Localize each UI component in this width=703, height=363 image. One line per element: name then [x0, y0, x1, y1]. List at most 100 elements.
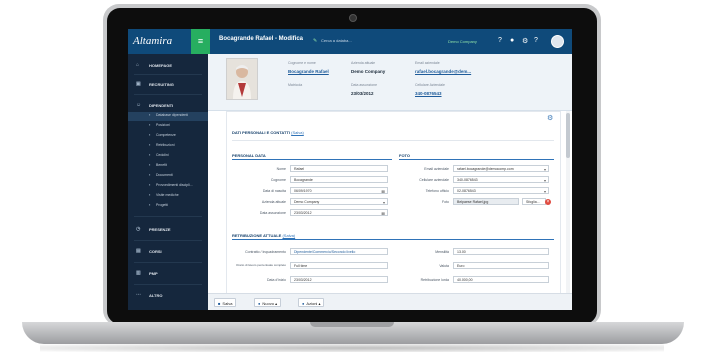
sidebar-subitem-provvedimenti[interactable]: ▪ Provvedimenti discipli... — [128, 182, 208, 191]
sidebar-subitem-documenti[interactable]: ▪ Documenti — [128, 172, 208, 181]
sidebar-item-dipendenti[interactable]: ☺ DIPENDENTI — [128, 102, 208, 112]
mensilita-field[interactable]: 13.00 — [453, 248, 549, 255]
employee-photo — [226, 58, 258, 100]
start-date-field[interactable]: 23/03/2012 — [290, 276, 388, 283]
employee-email[interactable]: rafael.bocagrande@dem... — [415, 69, 471, 74]
sidebar-item-altro[interactable]: ⋯ ALTRO — [128, 292, 208, 302]
users-icon: ☺ — [136, 102, 142, 108]
hire-date-field[interactable]: 23/03/2012 ▦ — [290, 209, 388, 216]
matricola-label: Matricola — [288, 83, 303, 87]
cell-value: 340-0876543 — [457, 178, 478, 182]
book-icon: ▤ — [136, 248, 141, 254]
save-button-label: Salva — [222, 301, 233, 306]
assunzione-label: Data assunzione — [351, 83, 378, 87]
file-icon: ▪ — [149, 152, 151, 157]
cognome-field[interactable]: Bocagrande — [290, 176, 388, 183]
sidebar-subitem-label: Provvedimenti discipli... — [156, 183, 193, 187]
calendar-icon[interactable]: ▦ — [381, 188, 385, 193]
remove-photo-icon[interactable]: × — [545, 199, 551, 205]
divider — [232, 140, 554, 141]
plus-icon: ● — [258, 301, 261, 306]
scrollbar-thumb[interactable] — [566, 113, 570, 158]
browse-button[interactable]: Sfoglia... — [522, 198, 546, 205]
bell-icon[interactable]: ● — [510, 37, 514, 44]
office-phone-field[interactable]: 02-0876543 ▾ — [453, 187, 549, 194]
section-underline — [232, 159, 392, 160]
gross-salary-field[interactable]: 40.000,00 — [453, 276, 549, 283]
chevron-down-icon: ▾ — [382, 200, 385, 205]
email-value: rafael.bocagrande@democomp.com — [457, 167, 514, 171]
field-label: Email aziendale — [424, 167, 449, 171]
sidebar-item-label: RECRUITING — [149, 82, 174, 87]
cell-field[interactable]: 340-0876543 ▾ — [453, 176, 549, 183]
field-label: Azienda attuale — [261, 200, 286, 204]
sidebar-subitem-benefit[interactable]: ▪ Benefit — [128, 162, 208, 171]
email-field[interactable]: rafael.bocagrande@democomp.com ▾ — [453, 165, 549, 172]
sidebar-subitem-competenze[interactable]: ▪ Competenze — [128, 132, 208, 141]
app-logo[interactable]: Altamira — [133, 35, 172, 47]
sidebar-subitem-label: Database dipendenti — [156, 113, 189, 117]
field-label: Cognome — [270, 178, 286, 182]
calendar-icon[interactable]: ▦ — [381, 210, 385, 215]
company-select-value: Demo Company — [294, 200, 320, 204]
email-label: Email aziendale — [415, 61, 440, 65]
sidebar-subitem-database[interactable]: ▪ Database dipendenti — [128, 112, 208, 121]
sidebar-item-recruiting[interactable]: ▣ RECRUITING — [128, 81, 208, 91]
work-time-field[interactable]: Full time — [290, 262, 388, 269]
help-icon[interactable]: ? — [534, 37, 538, 44]
save-icon: ■ — [218, 301, 221, 306]
new-button[interactable]: ● Nuovo ▴ — [254, 298, 282, 307]
sidebar-subitem-posizioni[interactable]: ▪ Posizioni — [128, 122, 208, 131]
employee-cell[interactable]: 340-0876543 — [415, 91, 442, 96]
section-underline — [232, 239, 554, 240]
actions-button[interactable]: ● Azioni ▴ — [298, 298, 325, 307]
company-select[interactable]: Demo Company ▾ — [290, 198, 388, 205]
sidebar-item-pmp[interactable]: ▥ PMP — [128, 270, 208, 280]
sidebar-subitem-label: Competenze — [156, 133, 176, 137]
gavel-icon: ▪ — [149, 182, 151, 187]
save-button[interactable]: ■ Salva — [214, 298, 237, 307]
photo-file-input[interactable]: Belpaese Rafael.jpg — [453, 198, 519, 205]
field-label: Data di nascita — [262, 189, 286, 193]
contract-field[interactable]: Dipendente/Commercio/Secondo livello — [290, 248, 388, 255]
hamburger-icon[interactable]: ≡ — [191, 29, 210, 54]
personal-data-title: PERSONAL DATA — [232, 153, 266, 158]
section-title-personal: DATI PERSONALI E CONTATTI (Salva) — [232, 130, 304, 135]
divider — [134, 94, 202, 95]
employee-name[interactable]: Bocagrande Rafael — [288, 69, 329, 74]
search-input[interactable]: Cerca a databa... — [321, 38, 352, 43]
more-icon: ⋯ — [136, 292, 141, 298]
database-icon: ▪ — [149, 112, 151, 117]
sidebar-item-corsi[interactable]: ▤ CORSI — [128, 248, 208, 258]
section-save-link[interactable]: (Salva) — [282, 233, 295, 238]
nome-field[interactable]: Rafael — [290, 165, 388, 172]
divider — [134, 216, 202, 217]
sidebar: ⌂ HOMEPAGE ▣ RECRUITING ☺ DIPENDENTI ▪ D… — [128, 54, 208, 310]
sidebar-subitem-cedolini[interactable]: ▪ Cedolini — [128, 152, 208, 161]
sidebar-item-label: HOMEPAGE — [149, 63, 173, 68]
sidebar-subitem-progetti[interactable]: ▪ Progetti — [128, 202, 208, 211]
avatar[interactable] — [551, 35, 564, 48]
settings-icon[interactable]: ⚙ — [547, 114, 553, 122]
question-icon[interactable]: ? — [498, 37, 502, 44]
sidebar-item-presenze[interactable]: ◷ PRESENZE — [128, 226, 208, 236]
sidebar-item-label: PMP — [149, 271, 158, 276]
pin-icon[interactable]: ✎ — [313, 38, 317, 44]
company-badge[interactable]: Demo Company — [448, 39, 477, 44]
sidebar-subitem-visite[interactable]: ▪ Visite mediche — [128, 192, 208, 201]
field-label: Foto — [441, 200, 449, 204]
name-label: Cognome e nome — [288, 61, 316, 65]
contract-value[interactable]: Dipendente/Commercio/Secondo livello — [294, 250, 355, 254]
section-save-link[interactable]: (Salva) — [291, 130, 304, 135]
sidebar-subitem-retribuzioni[interactable]: ▪ Retribuzioni — [128, 142, 208, 151]
currency-field[interactable]: Euro — [453, 262, 549, 269]
gear-icon[interactable]: ⚙ — [522, 37, 528, 45]
section-title-salary: RETRIBUZIONE ATTUALE (Salva) — [232, 233, 295, 238]
sidebar-item-homepage[interactable]: ⌂ HOMEPAGE — [128, 62, 208, 72]
top-bar: Altamira ≡ Bocagrande Rafael - Modifica … — [128, 29, 572, 54]
employee-header: Cognome e nome Bocagrande Rafael Matrico… — [208, 54, 572, 111]
sidebar-subitem-label: Cedolini — [156, 153, 169, 157]
birthdate-field[interactable]: 06/09/1970 ▦ — [290, 187, 388, 194]
divider — [134, 284, 202, 285]
tasks-icon: ▪ — [149, 202, 151, 207]
